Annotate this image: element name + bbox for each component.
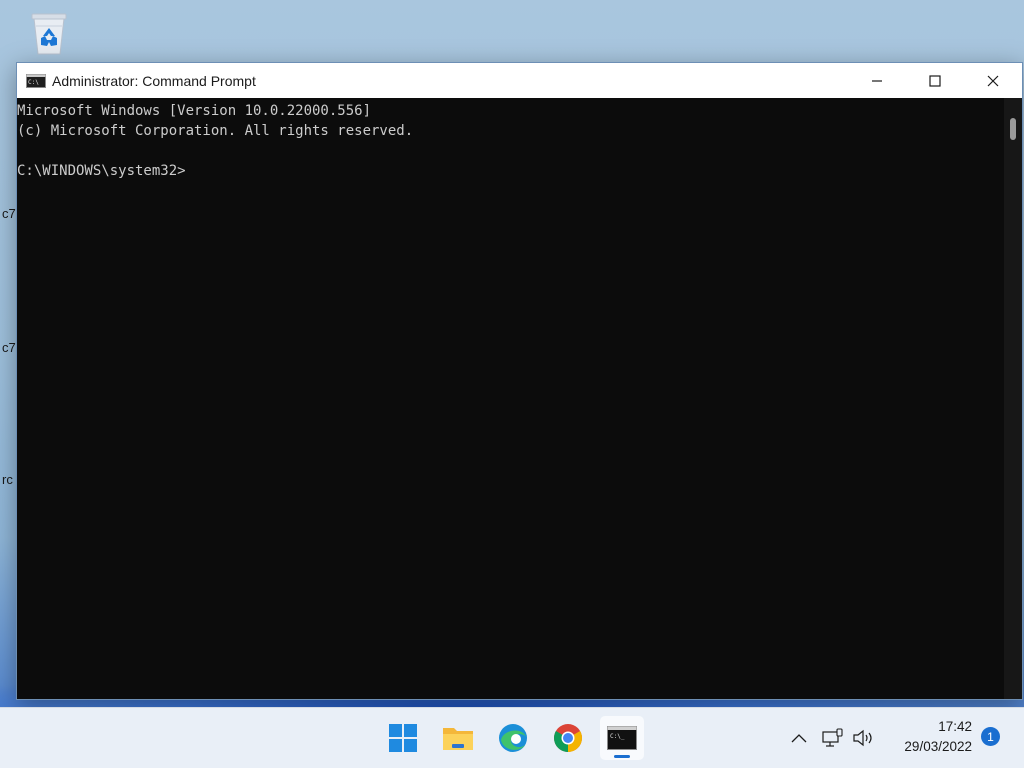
vertical-scrollbar[interactable] bbox=[1004, 98, 1022, 699]
clock[interactable]: 17:42 29/03/2022 bbox=[882, 717, 972, 757]
svg-text:C:\: C:\ bbox=[28, 79, 39, 86]
cmd-icon: C:\ bbox=[26, 73, 46, 88]
svg-text:C:\_: C:\_ bbox=[610, 733, 625, 740]
network-icon bbox=[822, 728, 843, 747]
file-explorer-button[interactable] bbox=[436, 716, 480, 760]
notification-badge[interactable]: 1 bbox=[981, 727, 1000, 746]
console-line: Microsoft Windows [Version 10.0.22000.55… bbox=[17, 103, 372, 119]
window-title: Administrator: Command Prompt bbox=[52, 72, 256, 89]
desktop-item-label[interactable]: rc bbox=[2, 472, 13, 487]
network-button[interactable] bbox=[821, 728, 845, 748]
command-prompt-taskbar-button[interactable]: C:\_ bbox=[600, 716, 644, 760]
console-output[interactable]: Microsoft Windows [Version 10.0.22000.55… bbox=[17, 98, 1004, 699]
command-prompt-window: C:\ Administrator: Command Prompt Micros… bbox=[16, 62, 1023, 700]
window-titlebar[interactable]: C:\ Administrator: Command Prompt bbox=[17, 63, 1022, 98]
edge-icon bbox=[499, 724, 527, 752]
folder-icon bbox=[443, 728, 473, 750]
scrollbar-thumb[interactable] bbox=[1010, 118, 1016, 140]
cmd-icon: C:\_ bbox=[607, 726, 637, 750]
desktop-item-label[interactable]: c7 bbox=[2, 206, 16, 221]
close-button[interactable] bbox=[964, 63, 1022, 98]
chevron-up-icon bbox=[791, 734, 807, 743]
clock-date: 29/03/2022 bbox=[904, 739, 972, 754]
edge-button[interactable] bbox=[491, 716, 535, 760]
recycle-bin-icon[interactable] bbox=[26, 8, 72, 56]
console-prompt[interactable]: C:\WINDOWS\system32> bbox=[17, 161, 1004, 181]
minimize-icon bbox=[872, 79, 882, 82]
chrome-button[interactable] bbox=[546, 716, 590, 760]
close-icon bbox=[987, 75, 999, 86]
desktop-item-label[interactable]: c7 bbox=[2, 340, 16, 355]
maximize-button[interactable] bbox=[906, 63, 964, 98]
taskbar: C:\_ 17:42 29/03/2022 1 bbox=[0, 707, 1024, 768]
minimize-button[interactable] bbox=[848, 63, 906, 98]
speaker-icon bbox=[853, 729, 872, 747]
console-line: (c) Microsoft Corporation. All rights re… bbox=[17, 123, 414, 139]
clock-time: 17:42 bbox=[938, 719, 972, 734]
show-hidden-icons-button[interactable] bbox=[787, 728, 811, 748]
volume-button[interactable] bbox=[851, 728, 875, 748]
active-app-indicator bbox=[614, 755, 630, 758]
maximize-icon bbox=[929, 74, 941, 87]
start-button[interactable] bbox=[381, 716, 425, 760]
chrome-icon bbox=[554, 724, 582, 752]
windows-start-icon bbox=[389, 724, 417, 752]
